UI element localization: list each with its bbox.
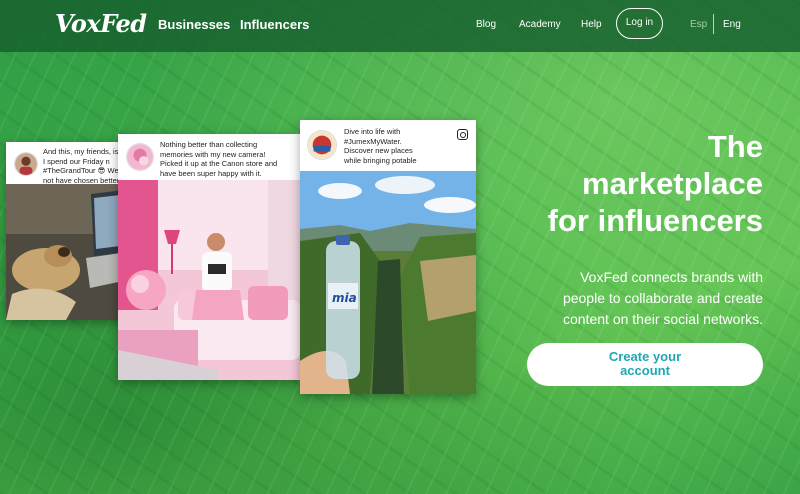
post-card-header: And this, my friends, is h I spend our F… — [6, 142, 128, 185]
avatar — [14, 152, 38, 176]
post-card-header: Nothing better than collecting memories … — [118, 134, 300, 180]
post-photo-pink-room — [118, 180, 300, 380]
nav-blog[interactable]: Blog — [476, 19, 496, 30]
nav-help[interactable]: Help — [581, 19, 602, 30]
language-eng[interactable]: Eng — [723, 19, 741, 30]
nav-influencers[interactable]: Influencers — [240, 17, 309, 32]
language-divider — [713, 14, 714, 34]
post-caption: Nothing better than collecting memories … — [160, 140, 278, 178]
voxfed-logo[interactable]: VoxFed — [55, 9, 147, 38]
nav-businesses[interactable]: Businesses — [158, 17, 230, 32]
avatar — [126, 143, 154, 171]
hero-subtext: VoxFed connects brands with people to co… — [562, 269, 763, 327]
avatar — [307, 130, 337, 160]
top-navigation: VoxFed Businesses Influencers Blog Acade… — [0, 0, 800, 52]
post-photo-dog-laptop — [6, 184, 128, 320]
nav-academy[interactable]: Academy — [519, 19, 561, 30]
language-esp[interactable]: Esp — [690, 19, 707, 30]
create-account-button[interactable]: Create your account — [527, 343, 763, 386]
post-card-1: And this, my friends, is h I spend our F… — [6, 142, 128, 320]
hero-headline: The marketplace for influencers — [547, 129, 763, 238]
post-card-2: Nothing better than collecting memories … — [118, 134, 300, 380]
post-caption: And this, my friends, is h I spend our F… — [43, 147, 125, 185]
bottle-brand-label: mia — [332, 291, 357, 305]
login-button[interactable]: Log in — [616, 8, 663, 39]
